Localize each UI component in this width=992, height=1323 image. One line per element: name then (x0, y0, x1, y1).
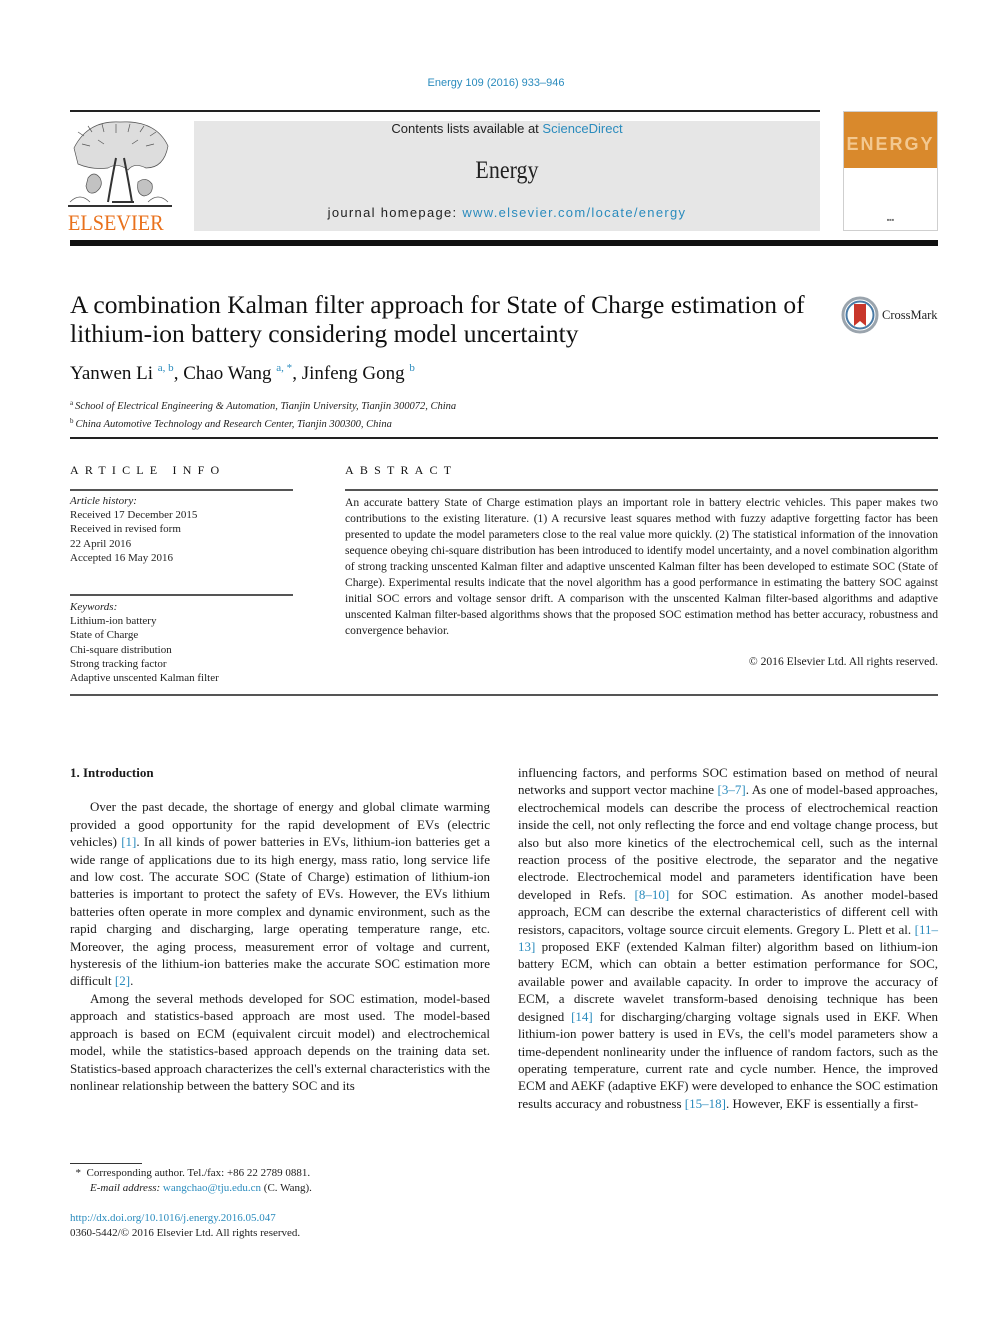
abstract-text: An accurate battery State of Charge esti… (345, 496, 938, 637)
front-matter-rule (70, 437, 938, 439)
email-line: E-mail address: wangchao@tju.edu.cn (C. … (70, 1181, 312, 1196)
reference-link[interactable]: [2] (115, 973, 130, 988)
history-label: Article history: (70, 495, 137, 507)
affiliation-text: China Automotive Technology and Research… (75, 419, 392, 430)
section-heading: 1. Introduction (70, 765, 154, 780)
abstract-rule (345, 489, 938, 491)
sciencedirect-link[interactable]: ScienceDirect (542, 121, 622, 136)
affiliation-mark: a (70, 399, 74, 407)
affiliation-item: a School of Electrical Engineering & Auto… (70, 396, 456, 414)
journal-citation[interactable]: Energy 109 (2016) 933–946 (0, 77, 992, 89)
keywords-label: Keywords: (70, 601, 118, 613)
reference-link[interactable]: [1] (121, 834, 136, 849)
body-paragraph: Over the past decade, the shortage of en… (70, 798, 490, 989)
homepage-line: journal homepage: www.elsevier.com/locat… (194, 205, 820, 221)
affiliation-mark: b (70, 417, 74, 425)
body-paragraph: Among the several methods developed for … (70, 990, 490, 1094)
author-separator: , (173, 363, 184, 384)
crossmark-icon (841, 296, 879, 334)
crossmark-badge[interactable]: CrossMark (841, 296, 938, 334)
keywords: Keywords: Lithium-ion battery State of C… (70, 600, 219, 685)
text-run: . In all kinds of power batteries in EVs… (70, 834, 491, 989)
body-column-left: 1. Introduction Over the past decade, th… (70, 764, 490, 1094)
abstract-bottom-rule (70, 694, 938, 696)
author-affiliation-marks[interactable]: b (409, 362, 415, 374)
footnote-star: * (75, 1167, 82, 1179)
journal-cover-thumbnail[interactable]: ENERGY ■■■ (843, 111, 938, 231)
keyword-item: Chi-square distribution (70, 643, 172, 656)
history-item: Received in revised form (70, 523, 181, 536)
doi-block: http://dx.doi.org/10.1016/j.energy.2016.… (70, 1211, 300, 1241)
elsevier-wordmark: ELSEVIER (68, 210, 164, 235)
history-item: Accepted 16 May 2016 (70, 551, 173, 564)
text-run: Among the several methods developed for … (70, 990, 490, 1093)
author-affiliation-marks[interactable]: a, b (158, 362, 174, 374)
affiliations: a School of Electrical Engineering & Auto… (70, 396, 456, 432)
reference-link[interactable]: [3–7] (718, 782, 746, 797)
reference-link[interactable]: [14] (571, 1009, 593, 1024)
footnote-line: * Corresponding author. Tel./fax: +86 22… (70, 1166, 312, 1181)
article-history: Article history: Received 17 December 20… (70, 494, 197, 565)
crossmark-label: CrossMark (882, 307, 938, 322)
homepage-prefix: journal homepage: (327, 205, 463, 220)
author-separator: , (292, 363, 302, 384)
keyword-item: Adaptive unscented Kalman filter (70, 672, 219, 685)
reference-link[interactable]: [8–10] (635, 887, 670, 902)
text-run: . (130, 973, 134, 989)
email-link[interactable]: wangchao@tju.edu.cn (163, 1182, 261, 1194)
affiliation-text: School of Electrical Engineering & Autom… (75, 401, 457, 412)
article-title: A combination Kalman filter approach for… (70, 290, 805, 348)
body-paragraph: influencing factors, and performs SOC es… (518, 764, 938, 1112)
keyword-item: Strong tracking factor (70, 657, 167, 670)
journal-header-box: Contents lists available at ScienceDirec… (194, 121, 820, 231)
header-top-rule (70, 110, 820, 112)
author-name[interactable]: Chao Wang (183, 363, 271, 384)
author-list: Yanwen Li a, b, Chao Wang a, *, Jinfeng … (70, 362, 415, 385)
footnote-rule (70, 1163, 142, 1164)
history-item: Received 17 December 2015 (70, 509, 198, 522)
abstract-copyright: © 2016 Elsevier Ltd. All rights reserved… (748, 655, 938, 668)
email-label: E-mail address: (90, 1182, 163, 1194)
cover-footer: ■■■ (886, 217, 895, 222)
author-name[interactable]: Jinfeng Gong (302, 363, 405, 384)
journal-name: Energy (475, 157, 539, 184)
cover-title: ENERGY (846, 134, 935, 154)
contents-line: Contents lists available at ScienceDirec… (194, 121, 820, 137)
article-info-rule (70, 489, 293, 491)
text-run: . As one of model-based approaches, elec… (518, 782, 938, 902)
history-item: 22 April 2016 (70, 537, 132, 550)
email-suffix: (C. Wang). (261, 1182, 312, 1194)
elsevier-tree-icon (68, 121, 172, 207)
author-name[interactable]: Yanwen Li (70, 363, 153, 384)
issn-line: 0360-5442/© 2016 Elsevier Ltd. All right… (70, 1227, 301, 1239)
author-affiliation-marks[interactable]: a, * (276, 362, 292, 374)
affiliation-item: b China Automotive Technology and Researc… (70, 414, 456, 432)
contents-prefix: Contents lists available at (391, 121, 543, 136)
journal-homepage-link[interactable]: www.elsevier.com/locate/energy (462, 205, 686, 220)
doi-link[interactable]: http://dx.doi.org/10.1016/j.energy.2016.… (70, 1212, 276, 1224)
article-info-heading: ARTICLE INFO (70, 463, 226, 477)
header-bottom-rule (70, 240, 938, 246)
corresponding-text: Corresponding author. Tel./fax: +86 22 2… (86, 1167, 311, 1179)
keyword-item: Lithium-ion battery (70, 615, 157, 628)
elsevier-logo: ELSEVIER (68, 118, 172, 234)
reference-link[interactable]: [15–18] (685, 1096, 726, 1111)
body-column-right: influencing factors, and performs SOC es… (518, 764, 938, 1112)
keyword-item: State of Charge (70, 629, 139, 642)
corresponding-author-footnote: * Corresponding author. Tel./fax: +86 22… (70, 1166, 312, 1196)
keywords-rule (70, 594, 293, 596)
abstract-heading: ABSTRACT (345, 463, 458, 477)
cover-banner: ENERGY (844, 112, 937, 168)
text-run: . However, EKF is essentially a first- (725, 1095, 919, 1111)
